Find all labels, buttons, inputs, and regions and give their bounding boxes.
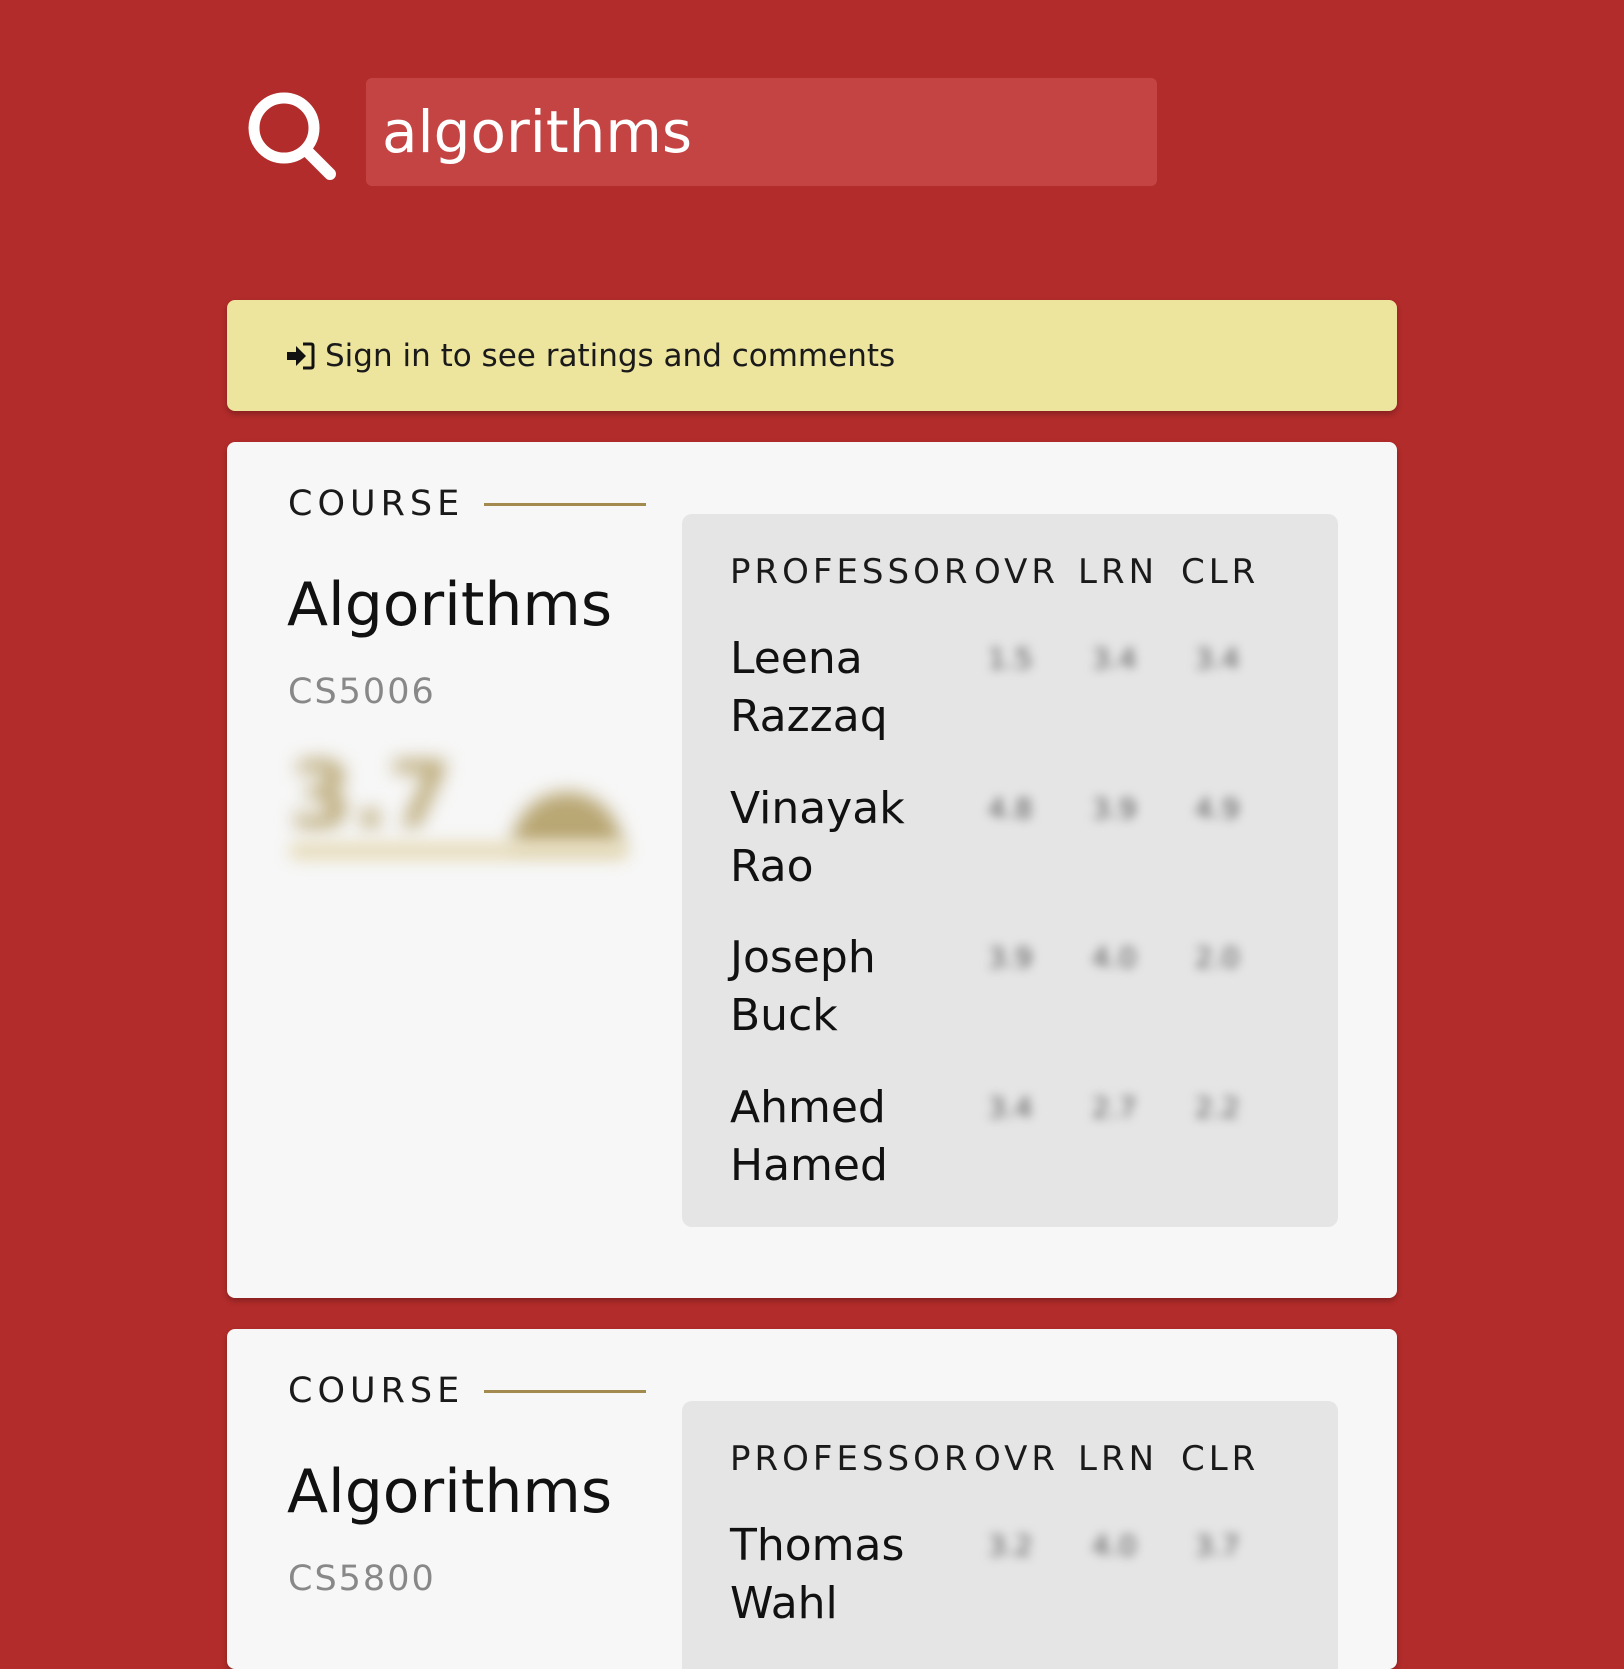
course-code: CS5006 xyxy=(288,672,436,712)
column-header-ovr: OVR xyxy=(974,552,1060,592)
overall-rating-blurred: 3.7 xyxy=(289,742,632,849)
table-row[interactable]: Vinayak Rao 4.8 3.9 4.9 xyxy=(682,780,1338,920)
course-title: Algorithms xyxy=(287,1457,613,1527)
lrn-rating: 4.0 xyxy=(1092,1529,1137,1562)
clr-rating: 4.9 xyxy=(1195,792,1240,825)
sign-in-icon xyxy=(287,342,315,369)
lrn-rating: 3.9 xyxy=(1092,792,1137,825)
table-row[interactable]: Joseph Buck 3.9 4.0 2.0 xyxy=(682,929,1338,1069)
sign-in-text: Sign in to see ratings and comments xyxy=(325,337,896,374)
lrn-rating: 3.4 xyxy=(1092,642,1137,675)
lrn-rating: 4.0 xyxy=(1092,941,1137,974)
column-header-professor: PROFESSOR xyxy=(730,1439,972,1479)
ovr-rating: 3.2 xyxy=(988,1529,1033,1562)
professor-table: PROFESSOR OVR LRN CLR Leena Razzaq 1.5 3… xyxy=(682,514,1338,1227)
search-icon[interactable] xyxy=(244,88,344,188)
professor-name[interactable]: Joseph Buck xyxy=(730,929,960,1045)
column-header-lrn: LRN xyxy=(1078,552,1158,592)
clr-rating: 2.2 xyxy=(1195,1091,1240,1124)
column-header-clr: CLR xyxy=(1181,552,1260,592)
professor-table: PROFESSOR OVR LRN CLR Thomas Wahl 3.2 4.… xyxy=(682,1401,1338,1669)
column-header-lrn: LRN xyxy=(1078,1439,1158,1479)
course-label: COURSE xyxy=(288,1371,465,1411)
column-header-ovr: OVR xyxy=(974,1439,1060,1479)
divider xyxy=(484,1389,647,1393)
ovr-rating: 1.5 xyxy=(988,642,1033,675)
table-row[interactable]: Thomas Wahl 3.2 4.0 3.7 xyxy=(682,1517,1338,1657)
search-input[interactable] xyxy=(366,78,1157,186)
ovr-rating: 3.9 xyxy=(988,941,1033,974)
course-card[interactable]: COURSE Algorithms CS5006 3.7 PROFESSOR O… xyxy=(227,442,1397,1298)
overall-caption-blurred xyxy=(289,842,629,860)
course-label-row: COURSE xyxy=(288,1371,647,1411)
clr-rating: 2.0 xyxy=(1195,941,1240,974)
table-row[interactable]: Leena Razzaq 1.5 3.4 3.4 xyxy=(682,630,1338,770)
clr-rating: 3.4 xyxy=(1195,642,1240,675)
professor-name[interactable]: Leena Razzaq xyxy=(730,630,960,746)
table-header: PROFESSOR OVR LRN CLR xyxy=(682,1439,1338,1479)
professor-name[interactable]: Thomas Wahl xyxy=(730,1517,960,1633)
professor-name[interactable]: Ahmed Hamed xyxy=(730,1079,960,1195)
rating-gauge-icon xyxy=(511,792,622,847)
sign-in-banner[interactable]: Sign in to see ratings and comments xyxy=(227,300,1397,411)
clr-rating: 3.7 xyxy=(1195,1529,1240,1562)
course-label-row: COURSE xyxy=(288,484,647,524)
column-header-professor: PROFESSOR xyxy=(730,552,972,592)
professor-name[interactable]: Vinayak Rao xyxy=(730,780,960,896)
ovr-rating: 3.4 xyxy=(988,1091,1033,1124)
course-title: Algorithms xyxy=(287,570,613,640)
table-header: PROFESSOR OVR LRN CLR xyxy=(682,552,1338,592)
overall-score: 3.7 xyxy=(289,742,452,849)
divider xyxy=(484,502,647,506)
course-label: COURSE xyxy=(288,484,465,524)
table-row[interactable]: Ahmed Hamed 3.4 2.7 2.2 xyxy=(682,1079,1338,1219)
course-code: CS5800 xyxy=(288,1559,436,1599)
ovr-rating: 4.8 xyxy=(988,792,1033,825)
course-card[interactable]: COURSE Algorithms CS5800 PROFESSOR OVR L… xyxy=(227,1329,1397,1669)
column-header-clr: CLR xyxy=(1181,1439,1260,1479)
lrn-rating: 2.7 xyxy=(1092,1091,1137,1124)
